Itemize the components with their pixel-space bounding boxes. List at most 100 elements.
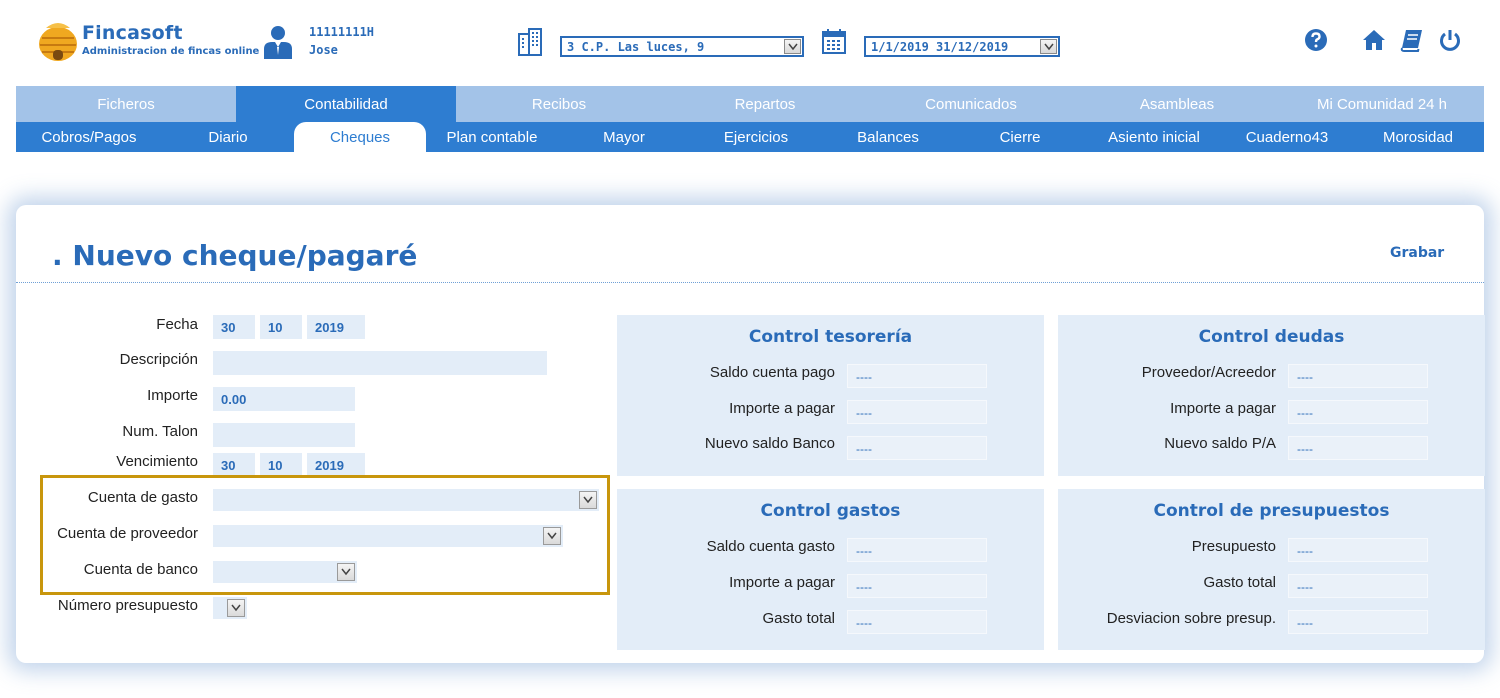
panel-row-value: ----	[847, 436, 987, 460]
chevron-down-icon[interactable]	[784, 39, 801, 54]
period-select-value: 1/1/2019 31/12/2019	[871, 40, 1009, 54]
panel-row-value: ----	[847, 400, 987, 424]
panel-row-value-text: ----	[856, 580, 872, 594]
brand-tagline: Administracion de fincas online	[82, 46, 260, 57]
user-id: 11111111H	[309, 25, 375, 39]
panel-row-value-text: ----	[1297, 616, 1313, 630]
fincasoft-logo[interactable]: Fincasoft Administracion de fincas onlin…	[36, 18, 259, 66]
panel-row-value-text: ----	[1297, 370, 1313, 384]
tab-contabilidad[interactable]: Contabilidad	[236, 86, 456, 122]
control-gastos-panel: Control gastos Saldo cuenta gasto ---- I…	[617, 489, 1044, 650]
cuenta-banco-label: Cuenta de banco	[83, 561, 198, 578]
panel-row-value: ----	[1288, 538, 1428, 562]
subtab-cobros-pagos[interactable]: Cobros/Pagos	[16, 122, 162, 152]
tab-ficheros[interactable]: Ficheros	[16, 86, 236, 122]
user-icon	[264, 26, 292, 59]
panel-row-label: Nuevo saldo Banco	[704, 435, 835, 452]
panel-row-label: Proveedor/Acreedor	[1141, 364, 1276, 381]
panel-row-value: ----	[1288, 574, 1428, 598]
cuenta-banco-select[interactable]	[213, 561, 357, 583]
control-tesoreria-panel: Control tesorería Saldo cuenta pago ----…	[617, 315, 1044, 476]
community-select[interactable]: 3 C.P. Las luces, 9	[560, 36, 804, 57]
tab-recibos[interactable]: Recibos	[456, 86, 662, 122]
panel-row-value-text: ----	[856, 544, 872, 558]
subtab-cheques[interactable]: Cheques	[294, 122, 426, 152]
panel-row-value-text: ----	[1297, 406, 1313, 420]
numero-presupuesto-label: Número presupuesto	[57, 597, 198, 614]
page: Fincasoft Administracion de fincas onlin…	[0, 0, 1500, 698]
importe-value: 0.00	[221, 392, 247, 407]
panel-title: Control de presupuestos	[1153, 501, 1390, 521]
subtab-diario[interactable]: Diario	[162, 122, 294, 152]
subtab-asiento-inicial[interactable]: Asiento inicial	[1086, 122, 1222, 152]
num-talon-input[interactable]	[213, 423, 355, 447]
subtab-morosidad[interactable]: Morosidad	[1352, 122, 1484, 152]
fecha-month-value: 10	[268, 320, 283, 335]
calendar-icon	[822, 29, 846, 54]
vencimiento-year-input[interactable]: 2019	[307, 453, 365, 477]
fecha-month-input[interactable]: 10	[260, 315, 302, 339]
importe-input[interactable]: 0.00	[213, 387, 355, 411]
panel-title: Control tesorería	[748, 327, 913, 347]
beehive-logo-icon	[39, 23, 77, 61]
importe-label: Importe	[147, 387, 198, 404]
subtab-cuaderno43[interactable]: Cuaderno43	[1222, 122, 1352, 152]
vencimiento-year-value: 2019	[315, 458, 344, 473]
panel-title: Control gastos	[760, 501, 901, 521]
building-icon	[518, 28, 542, 56]
panel-row-value: ----	[1288, 364, 1428, 388]
descripcion-input[interactable]	[213, 351, 547, 375]
brand-name: Fincasoft	[82, 22, 183, 44]
cuenta-proveedor-select[interactable]	[213, 525, 563, 547]
vencimiento-month-input[interactable]: 10	[260, 453, 302, 477]
subtab-balances[interactable]: Balances	[822, 122, 954, 152]
tab-asambleas[interactable]: Asambleas	[1074, 86, 1280, 122]
num-talon-label: Num. Talon	[122, 423, 198, 440]
panel-row-label: Importe a pagar	[729, 400, 835, 417]
sub-nav: Cobros/Pagos Diario Cheques Plan contabl…	[16, 122, 1484, 152]
page-title: . Nuevo cheque/pagaré	[52, 239, 418, 272]
cuenta-proveedor-label: Cuenta de proveedor	[57, 525, 198, 542]
fecha-day-input[interactable]: 30	[213, 315, 255, 339]
vencimiento-label: Vencimiento	[116, 453, 198, 470]
cuenta-gasto-select[interactable]	[213, 489, 599, 511]
home-icon[interactable]	[1362, 28, 1386, 52]
panel-row-value-text: ----	[856, 370, 872, 384]
manual-icon[interactable]	[1400, 28, 1424, 52]
power-icon[interactable]	[1438, 28, 1462, 52]
vencimiento-day-input[interactable]: 30	[213, 453, 255, 477]
fecha-day-value: 30	[221, 320, 236, 335]
panel-title: Control deudas	[1198, 327, 1345, 347]
title-divider	[16, 282, 1484, 283]
panel-row-label: Gasto total	[762, 610, 835, 627]
panel-row-value: ----	[1288, 610, 1428, 634]
subtab-plan-contable[interactable]: Plan contable	[426, 122, 558, 152]
subtab-ejercicios[interactable]: Ejercicios	[690, 122, 822, 152]
tab-mi-comunidad[interactable]: Mi Comunidad 24 h	[1280, 86, 1484, 122]
panel-row-label: Presupuesto	[1191, 538, 1276, 555]
tab-repartos[interactable]: Repartos	[662, 86, 868, 122]
subtab-cierre[interactable]: Cierre	[954, 122, 1086, 152]
chevron-down-icon[interactable]	[1040, 39, 1057, 54]
fecha-year-input[interactable]: 2019	[307, 315, 365, 339]
panel-row-value-text: ----	[1297, 442, 1313, 456]
panel-row-value: ----	[847, 574, 987, 598]
panel-row-value: ----	[1288, 400, 1428, 424]
chevron-down-icon[interactable]	[227, 599, 245, 617]
panel-row-label: Importe a pagar	[1170, 400, 1276, 417]
subtab-mayor[interactable]: Mayor	[558, 122, 690, 152]
community-select-value: 3 C.P. Las luces, 9	[567, 40, 705, 54]
numero-presupuesto-select[interactable]	[213, 597, 247, 619]
save-button[interactable]: Grabar	[1390, 245, 1444, 261]
panel-row-label: Saldo cuenta pago	[709, 364, 835, 381]
cheque-form-card: . Nuevo cheque/pagaré Grabar Fecha 30 10…	[16, 205, 1485, 663]
chevron-down-icon[interactable]	[579, 491, 597, 509]
help-icon[interactable]	[1304, 28, 1328, 52]
panel-row-value-text: ----	[856, 442, 872, 456]
panel-row-label: Desviacion sobre presup.	[1106, 610, 1276, 627]
chevron-down-icon[interactable]	[543, 527, 561, 545]
panel-row-value-text: ----	[856, 616, 872, 630]
period-select[interactable]: 1/1/2019 31/12/2019	[864, 36, 1060, 57]
chevron-down-icon[interactable]	[337, 563, 355, 581]
tab-comunicados[interactable]: Comunicados	[868, 86, 1074, 122]
